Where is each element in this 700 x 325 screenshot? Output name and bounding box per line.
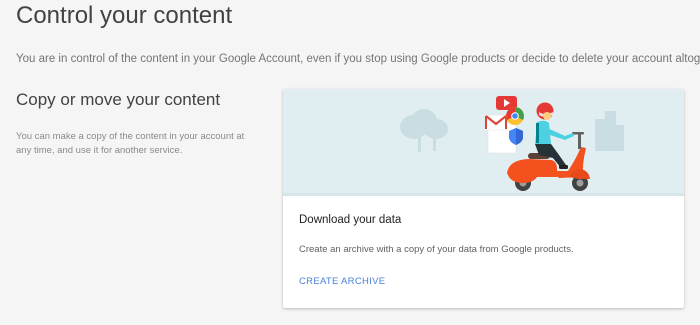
section-description: You can make a copy of the content in yo…: [16, 131, 245, 156]
create-archive-button[interactable]: CREATE ARCHIVE: [299, 276, 385, 287]
page: Control your content You are in control …: [0, 0, 700, 325]
parcel-stack-icon: [484, 96, 524, 154]
section-title: Copy or move your content: [16, 90, 221, 109]
card-body: Download your data Create an archive wit…: [283, 196, 684, 308]
card-title: Download your data: [299, 214, 402, 226]
buildings-icon: [595, 111, 624, 151]
card-description: Create an archive with a copy of your da…: [299, 244, 574, 255]
scooter-illustration-art: [283, 96, 684, 196]
page-intro: You are in control of the content in you…: [16, 53, 700, 65]
scooter-illustration: [283, 89, 684, 196]
download-data-card: Download your data Create an archive wit…: [283, 89, 684, 308]
page-title: Control your content: [16, 2, 233, 29]
rider-icon: [535, 102, 574, 169]
tree-icon: [400, 109, 448, 152]
